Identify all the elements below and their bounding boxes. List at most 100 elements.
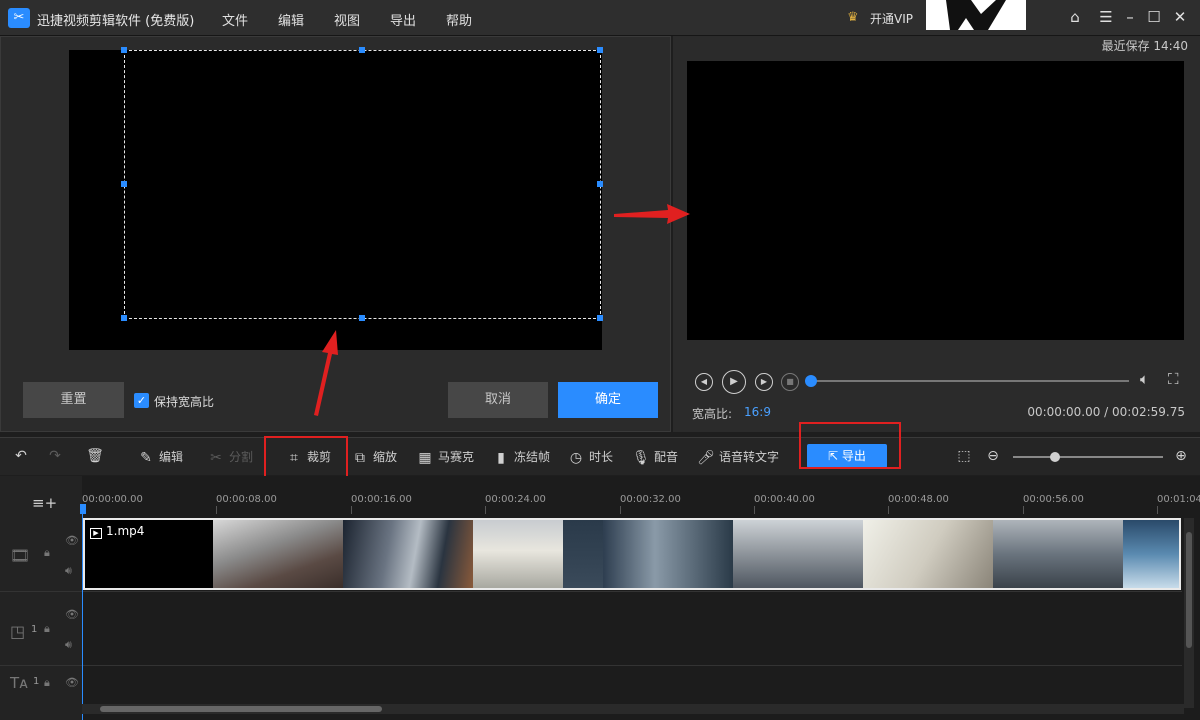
crop-handle-right[interactable] — [597, 181, 603, 187]
clip-thumbnail — [993, 520, 1123, 588]
stop-icon[interactable]: ■ — [781, 373, 799, 391]
vip-button[interactable]: 开通VIP — [870, 10, 913, 27]
reset-button[interactable]: 重置 — [23, 382, 124, 418]
audio-icon[interactable]: 🔊︎ — [65, 638, 72, 652]
zoom-in-icon[interactable]: ⊕ — [1172, 448, 1194, 468]
zoom-out-icon[interactable]: ⊖ — [984, 448, 1006, 468]
lock-icon[interactable]: 🔒︎ — [44, 546, 50, 560]
fullscreen-icon[interactable]: ⛶ — [1168, 370, 1179, 388]
split-button[interactable]: ✂ 分割 — [207, 448, 253, 468]
crop-canvas[interactable] — [69, 47, 603, 350]
time-ruler[interactable]: 00:00:00.00 00:00:08.00 00:00:16.00 00:0… — [82, 476, 1200, 516]
freeze-frame-icon: ▮ — [497, 450, 505, 466]
clip-thumbnail — [213, 520, 343, 588]
minimize-icon[interactable]: – — [1121, 8, 1139, 26]
tick — [620, 506, 621, 514]
keep-ratio-checkbox[interactable]: ✓ — [134, 393, 149, 408]
timeline-zoom-slider[interactable] — [1013, 456, 1163, 458]
keep-ratio-label: 保持宽高比 — [154, 395, 215, 409]
aspect-ratio-value[interactable]: 16:9 — [744, 405, 771, 419]
edit-toolbar: ↶ ↷ 🗑︎ ✎ 编辑 ✂ 分割 ⌗ 裁剪 ⧉ 缩放 ▦ 马赛克 ▮ 冻结帧 ◷ 时长 🎙︎ 配… — [0, 422, 1200, 479]
microphone-icon: 🎙︎ — [632, 450, 650, 466]
clip-thumbnail — [863, 520, 993, 588]
video-clip[interactable]: ▶ 1.mp4 — [83, 518, 1181, 590]
playhead-handle[interactable] — [80, 504, 86, 514]
undo-icon[interactable]: ↶ — [12, 448, 34, 468]
crop-handle-bottom-right[interactable] — [597, 315, 603, 321]
menu-help[interactable]: 帮助 — [446, 10, 472, 29]
mosaic-button[interactable]: ▦ 马赛克 — [416, 448, 474, 468]
aspect-ratio-label: 宽高比: — [692, 407, 733, 421]
tick-label: 00:00:00.00 — [82, 494, 143, 505]
progress-handle[interactable] — [805, 375, 817, 387]
mosaic-icon: ▦ — [418, 450, 432, 466]
fit-timeline-icon[interactable]: ⬚ — [955, 448, 977, 468]
add-track-icon[interactable]: ≡+ — [32, 494, 57, 512]
menu-edit[interactable]: 编辑 — [278, 10, 304, 29]
crop-handle-top-right[interactable] — [597, 47, 603, 53]
visibility-icon[interactable]: 👁︎ — [65, 676, 79, 689]
text-track-number: 1 — [33, 676, 40, 687]
crop-handle-top-left[interactable] — [121, 47, 127, 53]
menu-export[interactable]: 导出 — [390, 10, 416, 29]
tick-label: 00:00:40.00 — [754, 494, 815, 505]
tick — [216, 506, 217, 514]
timeline-zoom-handle[interactable] — [1050, 452, 1060, 462]
maximize-icon[interactable]: ☐ — [1145, 8, 1163, 26]
next-frame-icon[interactable]: ▶ — [755, 373, 773, 391]
zoom-button[interactable]: ⧉ 缩放 — [351, 448, 397, 468]
play-icon[interactable]: ▶ — [722, 370, 746, 394]
close-icon[interactable]: ✕ — [1171, 8, 1189, 26]
clip-thumbnail — [343, 520, 473, 588]
tick — [754, 506, 755, 514]
app-title: 迅捷视频剪辑软件 (免费版) — [37, 14, 195, 29]
tick — [351, 506, 352, 514]
playhead[interactable] — [82, 506, 83, 720]
crop-handle-left[interactable] — [121, 181, 127, 187]
crop-handle-bottom[interactable] — [359, 315, 365, 321]
cancel-button[interactable]: 取消 — [448, 382, 548, 418]
visibility-icon[interactable]: 👁︎ — [65, 608, 79, 621]
menu-file[interactable]: 文件 — [222, 10, 248, 29]
time-readout: 00:00:00.00 / 00:02:59.75 — [1027, 405, 1185, 419]
redo-icon[interactable]: ↷ — [46, 448, 68, 468]
crop-frame[interactable] — [121, 47, 603, 321]
text-track-icon: Tᴀ — [10, 674, 29, 692]
crop-handle-bottom-left[interactable] — [121, 315, 127, 321]
dub-button[interactable]: 🎙︎ 配音 — [632, 448, 678, 468]
lock-icon[interactable]: 🔒︎ — [44, 676, 50, 690]
clip-video-icon: ▶ — [90, 528, 102, 539]
clip-thumbnail — [563, 520, 603, 588]
visibility-icon[interactable]: 👁︎ — [65, 534, 79, 547]
tick-label: 00:00:24.00 — [485, 494, 546, 505]
clip-label: ▶ 1.mp4 — [90, 524, 144, 539]
delete-icon[interactable]: 🗑︎ — [86, 448, 108, 468]
audio-icon[interactable]: 🔊︎ — [65, 564, 72, 578]
speech-to-text-button[interactable]: 🎤︎ 语音转文字 — [697, 448, 779, 468]
pip-track-icon: ◳ — [10, 622, 26, 641]
vertical-scrollbar-thumb[interactable] — [1186, 532, 1192, 648]
menu-icon[interactable]: ☰ — [1097, 8, 1115, 26]
tick — [1023, 506, 1024, 514]
prev-frame-icon[interactable]: ◀ — [695, 373, 713, 391]
preview-screen[interactable] — [687, 61, 1184, 340]
vip-crown-icon[interactable]: ♛ — [847, 10, 859, 25]
preview-panel: 最近保存 14:40 ◀ ▶ ▶ ■ 🔈︎ ⛶ 宽高比: 16:9 00:00:… — [673, 36, 1200, 432]
avatar[interactable] — [926, 0, 1026, 30]
menu-view[interactable]: 视图 — [334, 10, 360, 29]
confirm-button[interactable]: 确定 — [558, 382, 658, 418]
edit-icon: ✎ — [140, 450, 152, 466]
progress-bar[interactable] — [811, 380, 1129, 382]
horizontal-scrollbar-thumb[interactable] — [100, 706, 382, 712]
lock-icon[interactable]: 🔒︎ — [44, 622, 50, 636]
volume-icon[interactable]: 🔈︎ — [1140, 370, 1149, 388]
tick-label: 00:00:32.00 — [620, 494, 681, 505]
tick-label: 00:00:16.00 — [351, 494, 412, 505]
duration-button[interactable]: ◷ 时长 — [567, 448, 613, 468]
crop-handle-top[interactable] — [359, 47, 365, 53]
zoom-frame-icon: ⧉ — [355, 450, 365, 466]
home-icon[interactable]: ⌂ — [1066, 8, 1084, 26]
edit-button[interactable]: ✎ 编辑 — [137, 448, 183, 468]
freeze-frame-button[interactable]: ▮ 冻结帧 — [492, 448, 550, 468]
title-bar: ✂ 迅捷视频剪辑软件 (免费版) 文件 编辑 视图 导出 帮助 ♛ 开通VIP … — [0, 0, 1200, 36]
